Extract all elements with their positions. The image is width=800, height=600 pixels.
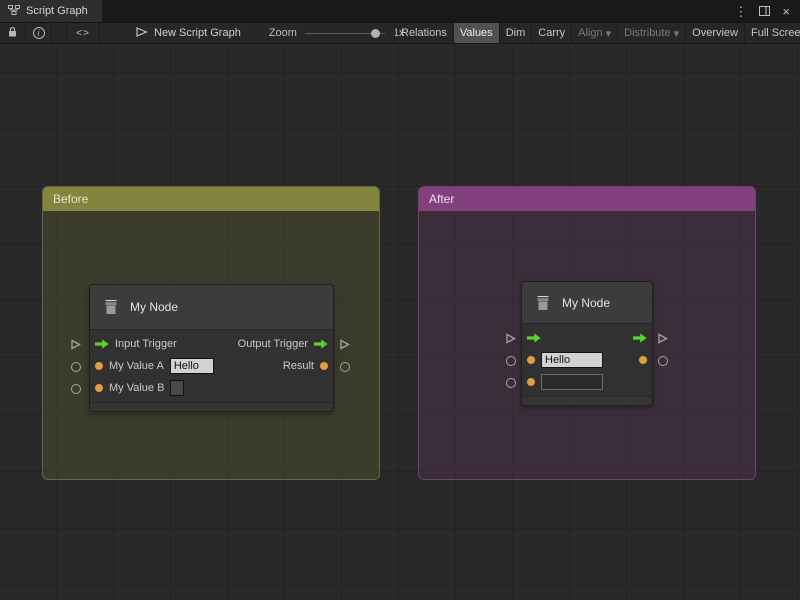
graph-breadcrumb[interactable]: New Script Graph	[136, 27, 241, 40]
tab-title: Script Graph	[26, 5, 88, 17]
node-title: My Node	[130, 300, 178, 314]
output-trigger-port-icon[interactable]	[633, 333, 647, 343]
dock-icon[interactable]	[759, 5, 770, 18]
graph-name-label: New Script Graph	[154, 27, 241, 39]
value-a-label: My Value A	[109, 360, 164, 372]
code-view-button[interactable]: <>	[66, 23, 100, 44]
output-trigger-port-icon[interactable]	[314, 339, 328, 349]
group-after-header[interactable]: After	[419, 187, 755, 211]
group-before: Before My No	[42, 186, 380, 480]
external-value-port[interactable]	[506, 356, 516, 366]
external-value-port[interactable]	[71, 362, 81, 372]
result-label: Result	[283, 360, 314, 372]
external-trigger-port[interactable]	[505, 333, 516, 344]
result-port-icon[interactable]	[639, 356, 647, 364]
tab-bar: Script Graph ⋮ ×	[0, 0, 800, 22]
zoom-slider-knob[interactable]	[371, 29, 380, 38]
carry-button[interactable]: Carry	[531, 23, 571, 43]
external-trigger-port[interactable]	[339, 339, 350, 350]
value-a-field[interactable]	[170, 358, 214, 374]
node-my-node-before[interactable]: My Node Input Trigger Output Trigger	[89, 284, 334, 412]
group-before-title: Before	[53, 192, 88, 206]
input-trigger-port-icon[interactable]	[527, 333, 541, 343]
external-value-port[interactable]	[506, 378, 516, 388]
node-my-node-after[interactable]: My Node	[521, 281, 653, 406]
value-b-port-icon[interactable]	[527, 378, 535, 386]
node-title: My Node	[562, 296, 610, 310]
value-b-label: My Value B	[109, 382, 164, 394]
node-header[interactable]: My Node	[90, 285, 333, 330]
external-trigger-port[interactable]	[657, 333, 668, 344]
graph-cursor-icon	[136, 27, 148, 40]
lock-button[interactable]	[0, 23, 26, 44]
chevron-down-icon: ▾	[674, 27, 680, 40]
graph-icon	[8, 4, 20, 19]
value-a-field[interactable]	[541, 352, 603, 368]
port-row-value-a	[522, 349, 652, 371]
value-b-field[interactable]	[541, 374, 603, 390]
port-row-trigger: Input Trigger Output Trigger	[90, 333, 333, 355]
value-a-port-icon[interactable]	[95, 362, 103, 370]
node-header[interactable]: My Node	[522, 282, 652, 324]
toolbar-buttons: Relations Values Dim Carry Align▾ Distri…	[394, 23, 800, 43]
info-icon: i	[33, 27, 45, 39]
group-after: After My Nod	[418, 186, 756, 480]
node-footer	[522, 396, 652, 405]
node-icon	[100, 296, 122, 318]
values-button[interactable]: Values	[453, 23, 499, 43]
graph-canvas[interactable]: Before My No	[0, 44, 800, 600]
code-icon: <>	[76, 28, 90, 39]
value-b-port-icon[interactable]	[95, 384, 103, 392]
external-value-port[interactable]	[71, 384, 81, 394]
group-after-title: After	[429, 192, 454, 206]
kebab-menu-icon[interactable]: ⋮	[734, 5, 747, 18]
value-b-field[interactable]	[170, 380, 184, 396]
external-value-port[interactable]	[658, 356, 668, 366]
zoom-label: Zoom	[269, 27, 297, 39]
zoom-control: Zoom 1x	[269, 27, 405, 39]
port-row-value-b: My Value B	[90, 377, 333, 399]
input-trigger-port-icon[interactable]	[95, 339, 109, 349]
input-trigger-label: Input Trigger	[115, 338, 177, 350]
output-trigger-label: Output Trigger	[238, 338, 308, 350]
relations-button[interactable]: Relations	[394, 23, 453, 43]
port-row-trigger	[522, 327, 652, 349]
port-row-value-a: My Value A Result	[90, 355, 333, 377]
distribute-button: Distribute▾	[617, 23, 685, 43]
lock-icon	[7, 26, 18, 41]
window-controls: ⋮ ×	[734, 0, 800, 22]
zoom-slider[interactable]	[305, 28, 385, 38]
chevron-down-icon: ▾	[606, 27, 612, 40]
external-value-port[interactable]	[340, 362, 350, 372]
overview-button[interactable]: Overview	[685, 23, 744, 43]
node-body	[522, 324, 652, 396]
dim-button[interactable]: Dim	[499, 23, 532, 43]
graph-toolbar: i <> New Script Graph Zoom 1x Relations …	[0, 22, 800, 44]
node-icon	[532, 292, 554, 314]
close-icon[interactable]: ×	[782, 5, 790, 18]
info-button[interactable]: i	[26, 23, 52, 44]
full-screen-button[interactable]: Full Screen	[744, 23, 800, 43]
external-trigger-port[interactable]	[70, 339, 81, 350]
group-before-header[interactable]: Before	[43, 187, 379, 211]
result-port-icon[interactable]	[320, 362, 328, 370]
tab-script-graph[interactable]: Script Graph	[0, 0, 102, 22]
value-a-port-icon[interactable]	[527, 356, 535, 364]
node-footer	[90, 402, 333, 411]
align-button: Align▾	[571, 23, 617, 43]
node-body: Input Trigger Output Trigger My Value A …	[90, 330, 333, 402]
port-row-value-b	[522, 371, 652, 393]
